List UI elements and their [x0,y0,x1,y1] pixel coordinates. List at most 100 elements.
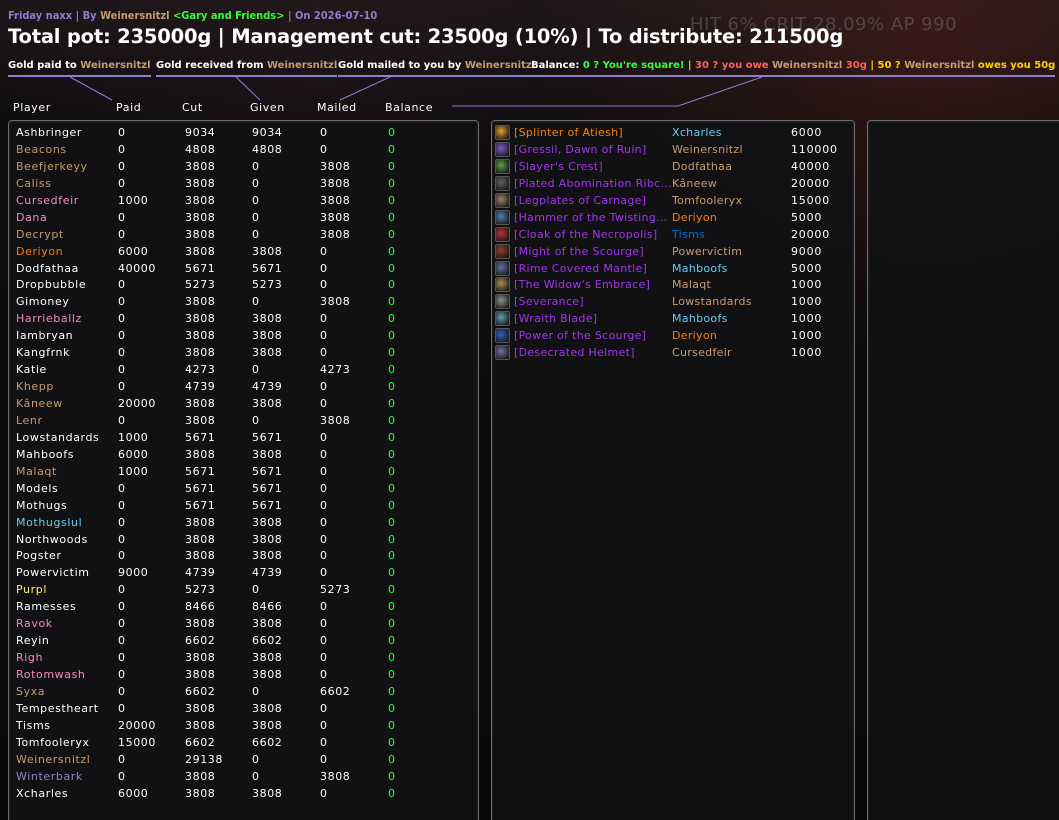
player-paid: 0 [118,769,126,783]
item-icon[interactable] [495,226,510,242]
player-row[interactable]: Mahboofs 6000 3808 3808 0 0 [9,447,478,464]
player-paid: 0 [118,159,126,173]
loot-row[interactable]: [Cloak of the Necropolis] Tisms 20000 [492,226,854,244]
player-row[interactable]: Pogster 0 3808 3808 0 0 [9,548,478,565]
player-row[interactable]: Reyin 0 6602 6602 0 0 [9,633,478,650]
player-given: 0 [252,752,260,766]
player-row[interactable]: Tomfooleryx 15000 6602 6602 0 0 [9,735,478,752]
player-row[interactable]: Winterbark 0 3808 0 3808 0 [9,769,478,786]
item-link[interactable]: [Splinter of Atiesh] [514,126,623,139]
item-winner: Cursedfeir [672,346,732,360]
player-paid: 6000 [118,447,149,461]
item-icon[interactable] [495,175,510,191]
player-row[interactable]: Harrieballz 0 3808 3808 0 0 [9,311,478,328]
player-row[interactable]: Powervictim 9000 4739 4739 0 0 [9,565,478,582]
player-given: 3808 [252,668,283,681]
item-link[interactable]: [Rime Covered Mantle] [514,262,647,275]
item-icon[interactable] [495,158,510,174]
item-link[interactable]: [Power of the Scourge] [514,329,646,342]
loot-panel[interactable]: [Splinter of Atiesh] Xcharles 6000 [Gressil… [491,120,855,820]
item-icon[interactable] [495,260,510,276]
item-link[interactable]: [Plated Abomination Ribc... [514,177,672,190]
item-link[interactable]: [Slayer's Crest] [514,160,603,173]
item-link[interactable]: [Cloak of the Necropolis] [514,228,657,241]
player-row[interactable]: Weinersnitzl 0 29138 0 0 0 [9,752,478,769]
item-icon[interactable] [495,125,510,140]
players-panel[interactable]: Ashbringer 0 9034 9034 0 0 Beacons 0 4808 4808 0 0 B… [8,120,479,820]
loot-row[interactable]: [Severance] Lowstandards 1000 [492,294,854,311]
player-cut: 3808 [185,651,216,665]
player-row[interactable]: Ashbringer 0 9034 9034 0 0 [9,125,478,142]
player-row[interactable]: Ramesses 0 8466 8466 0 0 [9,599,478,616]
player-row[interactable]: Northwoods 0 3808 3808 0 0 [9,532,478,549]
player-balance: 0 [388,346,396,360]
player-row[interactable]: Decrypt 0 3808 0 3808 0 [9,227,478,244]
item-icon[interactable] [495,192,510,208]
loot-row[interactable]: [Plated Abomination Ribc... Kâneew 20000 [492,175,854,193]
loot-row[interactable]: [Wraith Blade] Mahboofs 1000 [492,311,854,328]
col-paid: Paid [116,101,142,114]
player-balance: 0 [388,651,396,665]
item-link[interactable]: [Might of the Scourge] [514,245,644,258]
item-winner: Malaqt [672,278,712,292]
loot-row[interactable]: [Gressil, Dawn of Ruin] Weinersnitzl 11000… [492,141,854,159]
player-row[interactable]: Iambryan 0 3808 3808 0 0 [9,328,478,345]
loot-row[interactable]: [Splinter of Atiesh] Xcharles 6000 [492,125,854,142]
player-row[interactable]: Dodfathaa 40000 5671 5671 0 0 [9,261,478,278]
item-link[interactable]: [Hammer of the Twisting... [514,211,667,224]
player-row[interactable]: Dana 0 3808 0 3808 0 [9,210,478,227]
player-row[interactable]: Lenr 0 3808 0 3808 0 [9,413,478,430]
player-row[interactable]: Beefjerkeyy 0 3808 0 3808 0 [9,159,478,176]
player-row[interactable]: Tempestheart 0 3808 3808 0 0 [9,701,478,718]
item-link[interactable]: [Wraith Blade] [514,312,597,325]
player-row[interactable]: Kâneew 20000 3808 3808 0 0 [9,396,478,413]
player-row[interactable]: Mothugs 0 5671 5671 0 0 [9,498,478,515]
player-row[interactable]: Beacons 0 4808 4808 0 0 [9,142,478,159]
player-row[interactable]: Mothugslul 0 3808 3808 0 0 [9,515,478,532]
item-icon[interactable] [495,277,510,293]
item-icon[interactable] [495,345,510,361]
player-given: 3808 [252,515,283,529]
item-link[interactable]: [Desecrated Helmet] [514,346,635,359]
item-icon[interactable] [495,328,510,344]
player-row[interactable]: Malaqt 1000 5671 5671 0 0 [9,464,478,481]
player-row[interactable]: Lowstandards 1000 5671 5671 0 0 [9,430,478,447]
loot-row[interactable]: [The Widow's Embrace] Malaqt 1000 [492,277,854,294]
item-icon[interactable] [495,294,510,310]
item-link[interactable]: [The Widow's Embrace] [514,278,650,291]
player-row[interactable]: Dropbubble 0 5273 5273 0 0 [9,277,478,294]
item-link[interactable]: [Legplates of Carnage] [514,194,646,207]
loot-row[interactable]: [Slayer's Crest] Dodfathaa 40000 [492,158,854,176]
item-icon[interactable] [495,209,510,225]
player-row[interactable]: Deriyon 6000 3808 3808 0 0 [9,244,478,261]
loot-row[interactable]: [Might of the Scourge] Powervictim 9000 [492,243,854,261]
item-icon[interactable] [495,311,510,327]
player-given: 0 [252,413,260,427]
player-row[interactable]: Rotomwash 0 3808 3808 0 0 [9,667,478,684]
player-row[interactable]: Khepp 0 4739 4739 0 0 [9,379,478,396]
loot-row[interactable]: [Desecrated Helmet] Cursedfeir 1000 [492,345,854,362]
loot-row[interactable]: [Legplates of Carnage] Tomfooleryx 15000 [492,192,854,210]
player-row[interactable]: Katie 0 4273 0 4273 0 [9,362,478,379]
item-link[interactable]: [Gressil, Dawn of Ruin] [514,143,647,156]
loot-row[interactable]: [Rime Covered Mantle] Mahboofs 5000 [492,260,854,278]
player-row[interactable]: Caliss 0 3808 0 3808 0 [9,176,478,193]
player-row[interactable]: Xcharles 6000 3808 3808 0 0 [9,786,478,803]
item-icon[interactable] [495,243,510,259]
player-row[interactable]: Purpl 0 5273 0 5273 0 [9,582,478,599]
loot-row[interactable]: [Hammer of the Twisting... Deriyon 5000 [492,209,854,227]
item-link[interactable]: [Severance] [514,295,584,308]
player-row[interactable]: Models 0 5671 5671 0 0 [9,481,478,498]
player-row[interactable]: Gimoney 0 3808 0 3808 0 [9,294,478,311]
player-row[interactable]: Righ 0 3808 3808 0 0 [9,650,478,667]
player-given: 3808 [252,701,283,715]
player-balance: 0 [388,566,396,580]
player-row[interactable]: Cursedfeir 1000 3808 0 3808 0 [9,193,478,210]
player-balance: 0 [388,752,396,766]
player-row[interactable]: Kangfrnk 0 3808 3808 0 0 [9,345,478,362]
loot-row[interactable]: [Power of the Scourge] Deriyon 1000 [492,328,854,345]
player-row[interactable]: Ravok 0 3808 3808 0 0 [9,616,478,633]
player-row[interactable]: Tisms 20000 3808 3808 0 0 [9,718,478,735]
player-row[interactable]: Syxa 0 6602 0 6602 0 [9,684,478,701]
item-icon[interactable] [495,141,510,157]
